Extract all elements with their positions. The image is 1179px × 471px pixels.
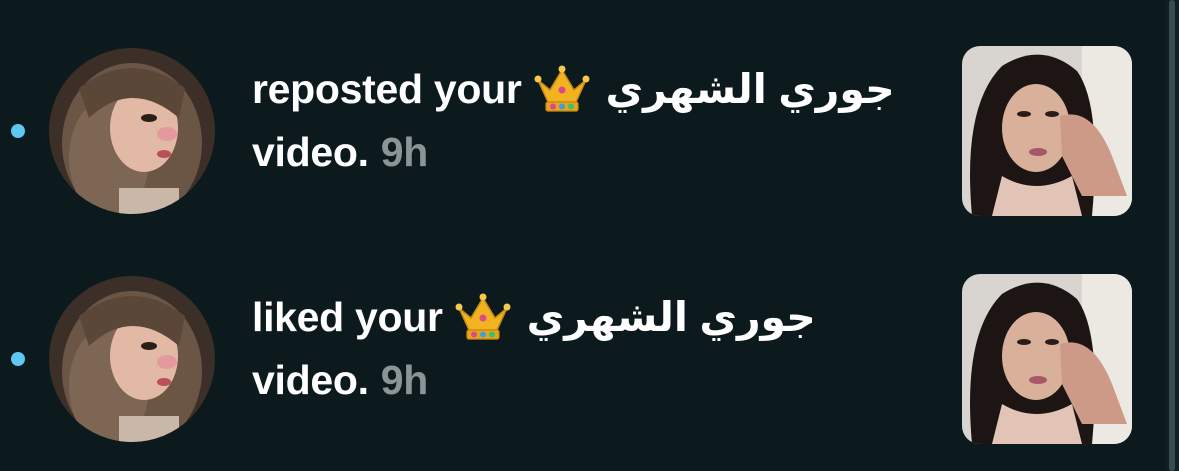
username[interactable]: جوري الشهري [606,58,895,121]
avatar[interactable] [49,276,215,442]
crown-icon [455,292,511,344]
username[interactable]: جوري الشهري [527,286,816,349]
notification-item[interactable]: liked your جوري الشهري video. 9h [0,258,1160,458]
notification-line-2: video. 9h [252,349,952,412]
notification-line-1: reposted your جوري الشهري [252,58,952,121]
unread-dot-icon [11,124,25,138]
scrollbar-thumb[interactable] [1169,0,1175,471]
video-thumbnail[interactable] [962,46,1132,216]
video-thumbnail[interactable] [962,274,1132,444]
video-thumbnail-image [962,46,1132,216]
action-text: liked your [252,294,443,340]
avatar-photo [49,48,215,214]
timestamp: 9h [380,357,429,403]
scrollbar[interactable] [1165,0,1179,471]
object-text: video. [252,357,369,403]
avatar-photo [49,276,215,442]
action-text: reposted your [252,66,522,112]
notification-line-2: video. 9h [252,121,952,184]
video-thumbnail-image [962,274,1132,444]
notification-line-1: liked your جوري الشهري [252,286,952,349]
object-text: video. [252,129,369,175]
notification-item[interactable]: reposted your جوري الشهري video. 9h [0,30,1160,230]
avatar[interactable] [49,48,215,214]
crown-icon [534,64,590,116]
notification-text: liked your جوري الشهري video. 9h [252,286,952,412]
notification-text: reposted your جوري الشهري video. 9h [252,58,952,184]
unread-dot-icon [11,352,25,366]
timestamp: 9h [380,129,429,175]
